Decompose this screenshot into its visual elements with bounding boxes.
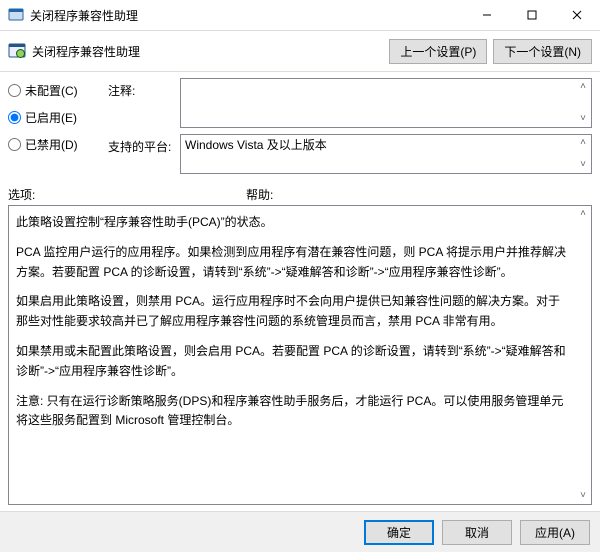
platform-box: Windows Vista 及以上版本 ˄ ˅ — [180, 134, 592, 174]
comment-label: 注释: — [108, 78, 174, 99]
help-p5: 注意: 只有在运行诊断策略服务(DPS)和程序兼容性助手服务后，才能运行 PCA… — [16, 392, 569, 432]
scroll-up-icon[interactable]: ˄ — [576, 136, 590, 150]
apply-button[interactable]: 应用(A) — [520, 520, 590, 545]
platform-scrollbar[interactable]: ˄ ˅ — [576, 136, 590, 172]
footer: 确定 取消 应用(A) — [0, 511, 600, 552]
comment-value — [181, 79, 591, 85]
right-column: 注释: ˄ ˅ 支持的平台: Windows Vista 及以上版本 ˄ ˅ — [108, 78, 592, 180]
radio-disabled-input[interactable] — [8, 138, 21, 151]
help-p4: 如果禁用或未配置此策略设置，则会启用 PCA。若要配置 PCA 的诊断设置，请转… — [16, 342, 569, 382]
next-setting-button[interactable]: 下一个设置(N) — [493, 39, 592, 64]
header-row: 关闭程序兼容性助理 上一个设置(P) 下一个设置(N) — [0, 31, 600, 72]
cancel-button[interactable]: 取消 — [442, 520, 512, 545]
radio-enabled[interactable]: 已启用(E) — [8, 109, 100, 126]
help-p3: 如果启用此策略设置，则禁用 PCA。运行应用程序时不会向用户提供已知兼容性问题的… — [16, 292, 569, 332]
scroll-down-icon[interactable]: ˅ — [576, 112, 590, 126]
window-title: 关闭程序兼容性助理 — [30, 7, 464, 24]
scroll-up-icon[interactable]: ˄ — [576, 80, 590, 94]
radio-disabled-label: 已禁用(D) — [25, 136, 78, 153]
radio-disabled[interactable]: 已禁用(D) — [8, 136, 100, 153]
close-button[interactable] — [554, 0, 600, 30]
options-label: 选项: — [8, 186, 246, 203]
maximize-button[interactable] — [509, 0, 554, 30]
radio-enabled-input[interactable] — [8, 111, 21, 124]
help-p2: PCA 监控用户运行的应用程序。如果检测到应用程序有潜在兼容性问题，则 PCA … — [16, 243, 569, 283]
help-p1: 此策略设置控制“程序兼容性助手(PCA)”的状态。 — [16, 213, 569, 233]
help-scrollbar[interactable]: ˄ ˅ — [576, 207, 590, 503]
prev-setting-button[interactable]: 上一个设置(P) — [389, 39, 487, 64]
comment-box[interactable]: ˄ ˅ — [180, 78, 592, 128]
radio-enabled-label: 已启用(E) — [25, 109, 77, 126]
titlebar: 关闭程序兼容性助理 — [0, 0, 600, 31]
body: 未配置(C) 已启用(E) 已禁用(D) 注释: ˄ ˅ 支持的平台: Win — [0, 72, 600, 182]
help-label: 帮助: — [246, 186, 273, 203]
platform-label: 支持的平台: — [108, 134, 174, 155]
radio-not-configured-label: 未配置(C) — [25, 82, 78, 99]
scroll-down-icon[interactable]: ˅ — [576, 489, 590, 503]
minimize-button[interactable] — [464, 0, 509, 30]
radio-not-configured[interactable]: 未配置(C) — [8, 82, 100, 99]
scroll-down-icon[interactable]: ˅ — [576, 158, 590, 172]
comment-scrollbar[interactable]: ˄ ˅ — [576, 80, 590, 126]
scroll-up-icon[interactable]: ˄ — [576, 207, 590, 221]
help-box: 此策略设置控制“程序兼容性助手(PCA)”的状态。 PCA 监控用户运行的应用程… — [8, 205, 592, 505]
state-radio-group: 未配置(C) 已启用(E) 已禁用(D) — [8, 78, 100, 180]
radio-not-configured-input[interactable] — [8, 84, 21, 97]
app-icon — [8, 7, 24, 23]
policy-icon — [8, 42, 26, 60]
header-title: 关闭程序兼容性助理 — [32, 43, 383, 60]
ok-button[interactable]: 确定 — [364, 520, 434, 545]
help-content: 此策略设置控制“程序兼容性助手(PCA)”的状态。 PCA 监控用户运行的应用程… — [10, 207, 575, 503]
platform-value: Windows Vista 及以上版本 — [181, 135, 591, 155]
mid-labels: 选项: 帮助: — [0, 182, 600, 205]
